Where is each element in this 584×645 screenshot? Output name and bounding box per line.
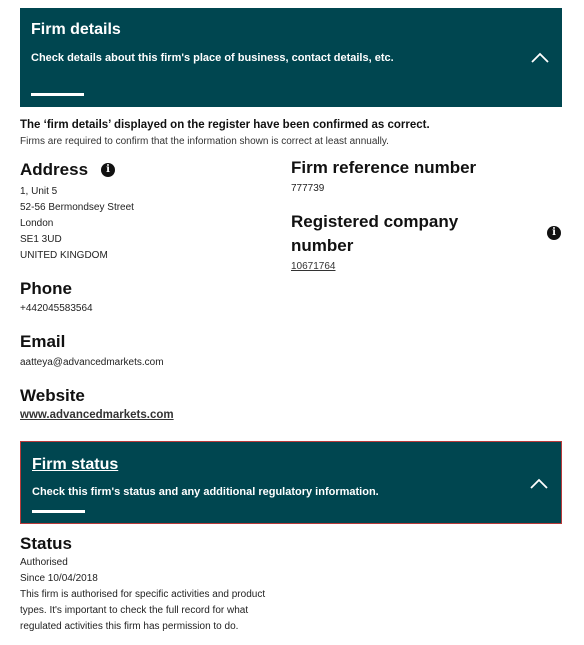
frn-value: 777739 bbox=[291, 183, 325, 194]
address-heading: Address bbox=[20, 160, 89, 179]
company-number-link[interactable]: 10671764 bbox=[291, 259, 336, 275]
frn-heading: Firm reference number bbox=[291, 158, 477, 177]
address-line: London bbox=[20, 218, 54, 229]
confirmation-subtext: Firms are required to confirm that the i… bbox=[20, 136, 389, 147]
company-heading-line1: Registered company bbox=[291, 212, 459, 231]
firm-status-panel: Firm status Check this firm's status and… bbox=[20, 441, 562, 524]
email-heading: Email bbox=[20, 332, 66, 351]
address-line: SE1 3UD bbox=[20, 234, 62, 245]
phone-heading: Phone bbox=[20, 279, 72, 298]
chevron-up-icon[interactable] bbox=[529, 478, 549, 490]
firm-details-panel: Firm details Check details about this fi… bbox=[20, 8, 562, 107]
panel-underline bbox=[32, 510, 85, 513]
phone-value: +442045583564 bbox=[20, 303, 93, 314]
firm-details-title: Firm details bbox=[31, 21, 121, 38]
website-heading: Website bbox=[20, 386, 85, 405]
firm-status-title[interactable]: Firm status bbox=[32, 456, 118, 474]
status-heading: Status bbox=[20, 534, 72, 553]
status-note-line: This firm is authorised for specific act… bbox=[20, 589, 266, 600]
panel-underline bbox=[31, 93, 84, 96]
info-icon[interactable]: i bbox=[547, 226, 561, 240]
company-heading-line2: number bbox=[291, 236, 354, 255]
info-icon[interactable]: i bbox=[101, 163, 115, 177]
status-note-line: types. It's important to check the full … bbox=[20, 605, 249, 616]
email-value: aatteya@advancedmarkets.com bbox=[20, 357, 164, 368]
address-line: UNITED KINGDOM bbox=[20, 250, 108, 261]
chevron-up-icon[interactable] bbox=[530, 52, 550, 64]
confirmation-text: The ‘firm details’ displayed on the regi… bbox=[20, 119, 430, 131]
address-line: 1, Unit 5 bbox=[20, 186, 58, 197]
status-note-line: regulated activities this firm has permi… bbox=[20, 621, 239, 632]
status-since: Since 10/04/2018 bbox=[20, 573, 98, 584]
status-value: Authorised bbox=[20, 557, 68, 568]
firm-status-description: Check this firm's status and any additio… bbox=[32, 486, 379, 498]
firm-details-description: Check details about this firm's place of… bbox=[31, 52, 394, 64]
address-line: 52-56 Bermondsey Street bbox=[20, 202, 134, 213]
website-link[interactable]: www.advancedmarkets.com bbox=[20, 409, 174, 421]
